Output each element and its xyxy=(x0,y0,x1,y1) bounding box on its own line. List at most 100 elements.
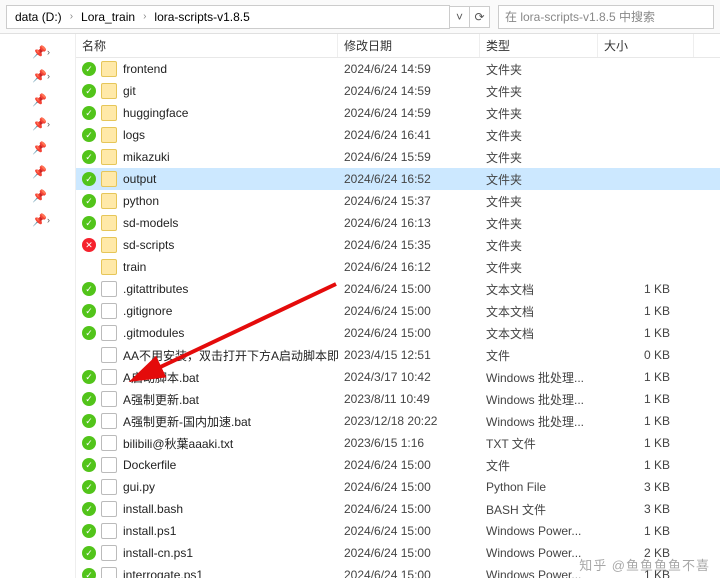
file-row[interactable]: ✓A强制更新-国内加速.bat2023/12/18 20:22Windows 批… xyxy=(76,410,720,432)
file-name: install.ps1 xyxy=(123,524,176,538)
breadcrumb-seg-drive[interactable]: data (D:) xyxy=(11,10,66,24)
file-row[interactable]: ✓logs2024/6/24 16:41文件夹 xyxy=(76,124,720,146)
column-modified[interactable]: 修改日期 xyxy=(338,34,480,57)
sync-ok-icon: ✓ xyxy=(82,282,96,296)
file-row[interactable]: ✓Dockerfile2024/6/24 15:00文件1 KB xyxy=(76,454,720,476)
file-date: 2024/6/24 15:00 xyxy=(338,502,480,516)
history-dropdown-button[interactable]: ˅ xyxy=(450,6,470,28)
pin-icon: 📌 xyxy=(32,117,47,131)
breadcrumb[interactable]: data (D:) › Lora_train › lora-scripts-v1… xyxy=(6,5,450,29)
sync-ok-icon: ✓ xyxy=(82,150,96,164)
folder-icon xyxy=(101,83,117,99)
sync-ok-icon: ✓ xyxy=(82,414,96,428)
chevron-right-icon: › xyxy=(47,215,50,225)
file-icon xyxy=(101,523,117,539)
file-row[interactable]: ✓sd-models2024/6/24 16:13文件夹 xyxy=(76,212,720,234)
file-row[interactable]: ✓python2024/6/24 15:37文件夹 xyxy=(76,190,720,212)
sync-ok-icon: ✓ xyxy=(82,392,96,406)
file-date: 2023/12/18 20:22 xyxy=(338,414,480,428)
file-row[interactable]: ✓.gitattributes2024/6/24 15:00文本文档1 KB xyxy=(76,278,720,300)
quick-access-item[interactable]: 📌› xyxy=(0,208,75,232)
breadcrumb-seg-folder1[interactable]: Lora_train xyxy=(77,10,139,24)
watermark: 知乎 @鱼鱼鱼鱼不喜 xyxy=(579,555,710,574)
file-date: 2024/6/24 15:00 xyxy=(338,524,480,538)
file-type: 文件 xyxy=(480,347,598,364)
file-row[interactable]: AA不用安装，双击打开下方A启动脚本即...2023/4/15 12:51文件0… xyxy=(76,344,720,366)
quick-access-sidebar: 📌›📌›📌📌›📌📌📌📌› xyxy=(0,34,76,578)
sync-ok-icon: ✓ xyxy=(82,458,96,472)
file-name: bilibili@秋葉aaaki.txt xyxy=(123,435,233,452)
column-size[interactable]: 大小 xyxy=(598,34,694,57)
file-row[interactable]: ✓bilibili@秋葉aaaki.txt2023/6/15 1:16TXT 文… xyxy=(76,432,720,454)
folder-icon xyxy=(101,105,117,121)
quick-access-item[interactable]: 📌 xyxy=(0,88,75,112)
folder-icon xyxy=(101,149,117,165)
quick-access-item[interactable]: 📌› xyxy=(0,112,75,136)
file-name: .gitattributes xyxy=(123,282,188,296)
file-type: 文本文档 xyxy=(480,303,598,320)
file-size: 3 KB xyxy=(598,480,694,494)
file-name: mikazuki xyxy=(123,150,170,164)
quick-access-item[interactable]: 📌 xyxy=(0,160,75,184)
column-type[interactable]: 类型 xyxy=(480,34,598,57)
chevron-right-icon: › xyxy=(47,71,50,81)
file-list: ✓frontend2024/6/24 14:59文件夹✓git2024/6/24… xyxy=(76,58,720,578)
file-type: 文件夹 xyxy=(480,105,598,122)
file-date: 2024/6/24 15:00 xyxy=(338,326,480,340)
pin-icon: 📌 xyxy=(32,141,47,155)
columns-header[interactable]: 名称 修改日期 类型 大小 xyxy=(76,34,720,58)
folder-icon xyxy=(101,171,117,187)
sync-ok-icon: ✓ xyxy=(82,62,96,76)
file-type: TXT 文件 xyxy=(480,435,598,452)
file-date: 2024/6/24 15:00 xyxy=(338,546,480,560)
breadcrumb-seg-folder2[interactable]: lora-scripts-v1.8.5 xyxy=(150,10,253,24)
file-size: 1 KB xyxy=(598,282,694,296)
file-row[interactable]: train2024/6/24 16:12文件夹 xyxy=(76,256,720,278)
file-row[interactable]: ✓A强制更新.bat2023/8/11 10:49Windows 批处理...1… xyxy=(76,388,720,410)
file-type: 文件夹 xyxy=(480,193,598,210)
sync-error-icon: ✕ xyxy=(82,238,96,252)
file-date: 2024/6/24 14:59 xyxy=(338,84,480,98)
file-icon xyxy=(101,501,117,517)
search-input[interactable]: 在 lora-scripts-v1.8.5 中搜索 xyxy=(498,5,714,29)
sync-ok-icon: ✓ xyxy=(82,502,96,516)
file-icon xyxy=(101,347,117,363)
sync-ok-icon: ✓ xyxy=(82,480,96,494)
column-name[interactable]: 名称 xyxy=(76,34,338,57)
file-name: A强制更新-国内加速.bat xyxy=(123,413,251,430)
sync-ok-icon: ✓ xyxy=(82,326,96,340)
file-row[interactable]: ✓A启动脚本.bat2024/3/17 10:42Windows 批处理...1… xyxy=(76,366,720,388)
file-date: 2024/6/24 16:41 xyxy=(338,128,480,142)
file-name: interrogate.ps1 xyxy=(123,568,203,578)
file-row[interactable]: ✓mikazuki2024/6/24 15:59文件夹 xyxy=(76,146,720,168)
folder-icon xyxy=(101,61,117,77)
file-row[interactable]: ✓.gitignore2024/6/24 15:00文本文档1 KB xyxy=(76,300,720,322)
file-row[interactable]: ✓output2024/6/24 16:52文件夹 xyxy=(76,168,720,190)
file-type: Windows Power... xyxy=(480,524,598,538)
file-size: 0 KB xyxy=(598,348,694,362)
quick-access-item[interactable]: 📌› xyxy=(0,64,75,88)
file-size: 1 KB xyxy=(598,458,694,472)
sync-ok-icon: ✓ xyxy=(82,568,96,578)
file-row[interactable]: ✓install.bash2024/6/24 15:00BASH 文件3 KB xyxy=(76,498,720,520)
file-row[interactable]: ✕sd-scripts2024/6/24 15:35文件夹 xyxy=(76,234,720,256)
file-row[interactable]: ✓.gitmodules2024/6/24 15:00文本文档1 KB xyxy=(76,322,720,344)
file-row[interactable]: ✓huggingface2024/6/24 14:59文件夹 xyxy=(76,102,720,124)
file-date: 2024/3/17 10:42 xyxy=(338,370,480,384)
refresh-button[interactable]: ⟳ xyxy=(470,6,490,28)
address-bar: data (D:) › Lora_train › lora-scripts-v1… xyxy=(0,0,720,34)
file-row[interactable]: ✓git2024/6/24 14:59文件夹 xyxy=(76,80,720,102)
file-row[interactable]: ✓frontend2024/6/24 14:59文件夹 xyxy=(76,58,720,80)
file-row[interactable]: ✓install.ps12024/6/24 15:00Windows Power… xyxy=(76,520,720,542)
file-icon xyxy=(101,435,117,451)
quick-access-item[interactable]: 📌› xyxy=(0,40,75,64)
chevron-right-icon: › xyxy=(47,119,50,129)
quick-access-item[interactable]: 📌 xyxy=(0,184,75,208)
file-type: 文件夹 xyxy=(480,61,598,78)
folder-icon xyxy=(101,237,117,253)
file-name: .gitmodules xyxy=(123,326,184,340)
quick-access-item[interactable]: 📌 xyxy=(0,136,75,160)
chevron-right-icon: › xyxy=(68,11,75,22)
file-size: 1 KB xyxy=(598,436,694,450)
file-row[interactable]: ✓gui.py2024/6/24 15:00Python File3 KB xyxy=(76,476,720,498)
